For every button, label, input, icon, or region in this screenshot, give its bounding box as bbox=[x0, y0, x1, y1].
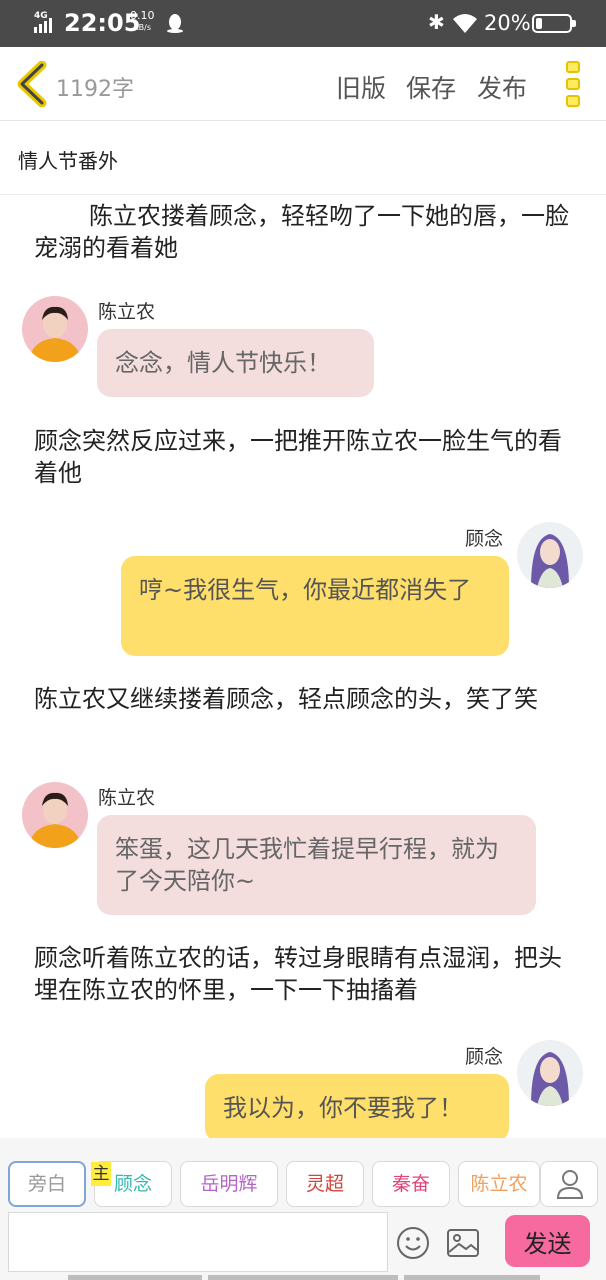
clock: 22:05 bbox=[64, 9, 141, 37]
publish-button[interactable]: 发布 bbox=[477, 69, 527, 105]
editor-toolbar: 1192字 旧版 保存 发布 bbox=[0, 47, 606, 121]
host-badge: 主 bbox=[91, 1162, 111, 1186]
character-chip[interactable]: 旁白 bbox=[8, 1161, 86, 1207]
chapter-title-row[interactable]: 情人节番外 bbox=[0, 121, 606, 195]
dialogue-bubble[interactable]: 我以为，你不要我了！ bbox=[205, 1074, 509, 1138]
message-input[interactable] bbox=[8, 1212, 388, 1272]
word-count: 1192字 bbox=[56, 77, 134, 102]
narration[interactable]: 陈立农搂着顾念，轻轻吻了一下她的唇，一脸宠溺的看着她 bbox=[34, 200, 582, 264]
image-icon[interactable] bbox=[446, 1228, 480, 1258]
narration[interactable]: 顾念突然反应过来，一把推开陈立农一脸生气的看着他 bbox=[34, 425, 582, 489]
avatar-chen-linong bbox=[22, 296, 88, 362]
nav-indicator bbox=[404, 1275, 540, 1280]
speaker-name: 陈立农 bbox=[98, 787, 156, 809]
narration[interactable]: 顾念听着陈立农的话，转过身眼睛有点湿润，把头埋在陈立农的怀里，一下一下抽搐着 bbox=[34, 942, 582, 1006]
network-speed-value: 0.10 bbox=[130, 9, 155, 22]
emoji-icon[interactable] bbox=[396, 1226, 430, 1260]
avatar-gu-nian bbox=[517, 522, 583, 588]
battery-fill bbox=[536, 18, 542, 29]
avatar-gu-nian bbox=[517, 1040, 583, 1106]
character-chip[interactable]: 秦奋 bbox=[372, 1161, 450, 1207]
story-content[interactable]: 陈立农搂着顾念，轻轻吻了一下她的唇，一脸宠溺的看着她 陈立农 念念，情人节快乐！… bbox=[0, 196, 606, 1138]
character-chip[interactable]: 岳明辉 bbox=[180, 1161, 278, 1207]
old-version-button[interactable]: 旧版 bbox=[336, 69, 386, 105]
battery-percent: 20% bbox=[484, 11, 531, 35]
speaker-name: 顾念 bbox=[465, 1046, 504, 1068]
back-arrow-icon[interactable] bbox=[14, 61, 50, 107]
avatar-chen-linong bbox=[22, 782, 88, 848]
dialogue-bubble[interactable]: 念念，情人节快乐！ bbox=[97, 329, 374, 397]
speaker-name: 顾念 bbox=[465, 528, 504, 550]
battery-icon bbox=[532, 14, 576, 33]
dialogue-bubble[interactable]: 笨蛋，这几天我忙着提早行程，就为了今天陪你~ bbox=[97, 815, 536, 915]
speaker-name: 陈立农 bbox=[98, 301, 156, 323]
chapter-title: 情人节番外 bbox=[18, 149, 118, 173]
save-button[interactable]: 保存 bbox=[406, 69, 456, 105]
wifi-icon bbox=[453, 14, 477, 33]
nav-indicator bbox=[68, 1275, 202, 1280]
status-bar: 4G 22:05 0.10 KB/s ✱ 20% bbox=[0, 0, 606, 47]
more-menu-icon[interactable] bbox=[560, 59, 586, 109]
character-chip[interactable]: 灵超 bbox=[286, 1161, 364, 1207]
qq-penguin-icon bbox=[167, 14, 183, 33]
network-speed-unit: KB/s bbox=[133, 23, 152, 32]
cellular-signal-icon: 4G bbox=[32, 11, 54, 35]
network-speed: 0.10 KB/s bbox=[130, 10, 155, 34]
narration[interactable]: 陈立农又继续搂着顾念，轻点顾念的头，笑了笑 bbox=[34, 683, 582, 715]
user-icon bbox=[556, 1170, 584, 1199]
send-button[interactable]: 发送 bbox=[505, 1215, 590, 1267]
network-type: 4G bbox=[34, 11, 48, 21]
dialogue-bubble[interactable]: 哼~我很生气，你最近都消失了 bbox=[121, 556, 509, 656]
add-character-button[interactable] bbox=[540, 1161, 598, 1207]
character-chip[interactable]: 陈立农 bbox=[458, 1161, 540, 1207]
bluetooth-icon: ✱ bbox=[428, 10, 445, 34]
nav-indicator bbox=[208, 1275, 398, 1280]
composer-bar: 发送 bbox=[0, 1210, 606, 1280]
